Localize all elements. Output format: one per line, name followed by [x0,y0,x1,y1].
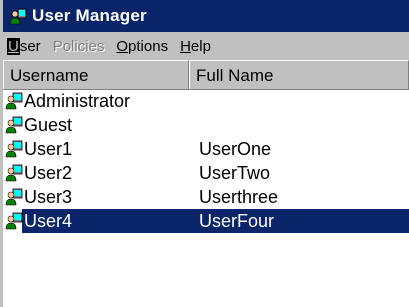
fullname-cell: UserFour [199,211,275,231]
username-cell: User4 [24,211,73,231]
user-list: Username Full Name Administrator Guest Use… [3,60,409,307]
menu-user[interactable]: User [3,37,47,55]
menu-help-mnemonic: H [180,37,191,55]
window-title: User Manager [32,6,147,25]
list-item[interactable]: Guest [3,113,409,137]
title-bar[interactable]: User Manager [3,0,409,32]
username-cell: Guest [24,115,73,135]
menu-bar: User Policies Options Help [3,32,409,60]
fullname-cell: UserOne [199,139,272,159]
menu-options-mnemonic: O [116,37,129,55]
menu-help-rest: elp [190,37,211,55]
menu-user-rest: ser [19,37,41,55]
username-cell: User2 [24,163,73,183]
column-header-username[interactable]: Username [3,60,189,89]
menu-options-rest: ptions [128,37,169,55]
list-item[interactable]: User1 UserOne [3,137,409,161]
menu-options[interactable]: Options [110,38,174,55]
user-rows: Administrator Guest User1 UserOne User2 UserT… [3,89,409,233]
column-header-fullname[interactable]: Full Name [189,60,409,89]
username-cell: User3 [24,187,73,207]
fullname-cell: UserTwo [199,163,271,183]
user-icon [5,140,23,158]
list-item[interactable]: User2 UserTwo [3,161,409,185]
menu-help[interactable]: Help [174,38,217,55]
fullname-cell: Userthree [199,187,279,207]
user-manager-icon [9,8,27,25]
user-icon [5,212,23,230]
username-cell: User1 [24,139,73,159]
user-icon [5,188,23,206]
menu-user-mnemonic: U [7,37,20,55]
username-cell: Administrator [24,91,131,111]
list-header: Username Full Name [3,60,409,90]
list-item[interactable]: User3 Userthree [3,185,409,209]
user-manager-window: User Manager User Policies Options Help … [0,0,409,307]
user-icon [5,164,23,182]
list-item[interactable]: Administrator [3,89,409,113]
menu-policies[interactable]: Policies [47,38,111,55]
list-item[interactable]: User4 UserFour [3,209,409,233]
user-icon [5,116,23,134]
user-icon [5,92,23,110]
